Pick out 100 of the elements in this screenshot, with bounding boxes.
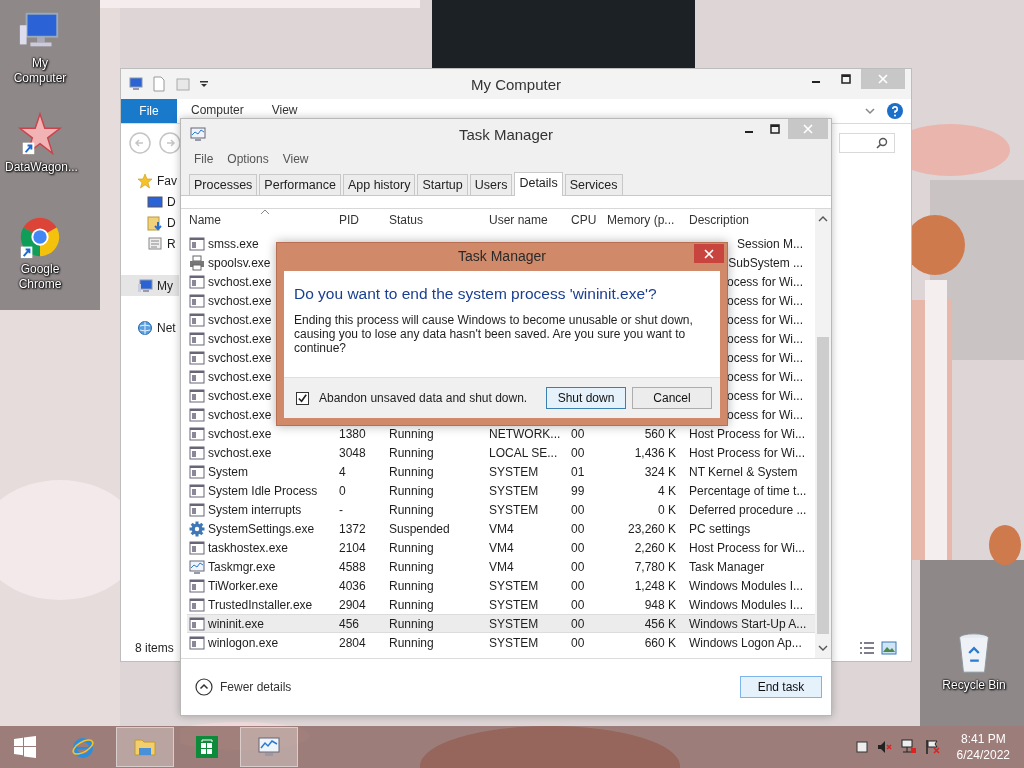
memory-cell: 23,260 K xyxy=(627,521,676,536)
description-cell: ocess for Wi... xyxy=(727,350,803,365)
process-name: Taskmgr.exe xyxy=(208,559,276,574)
memory-cell: 1,436 K xyxy=(634,445,676,460)
process-name: svchost.exe xyxy=(208,445,272,460)
description-cell: ocess for Wi... xyxy=(727,312,803,327)
process-name: wininit.exe xyxy=(208,616,265,631)
process-name: svchost.exe xyxy=(208,388,272,403)
cpu-cell: 00 xyxy=(571,445,585,460)
process-name: svchost.exe xyxy=(208,312,272,327)
cpu-cell: 00 xyxy=(571,616,585,631)
process-name: svchost.exe xyxy=(208,293,272,308)
pid-cell: 1380 xyxy=(339,426,366,441)
pid-cell: 4588 xyxy=(339,559,366,574)
process-name: smss.exe xyxy=(208,236,259,251)
description-cell: Host Process for Wi... xyxy=(689,540,806,555)
cpu-cell: 00 xyxy=(571,521,585,536)
process-name: svchost.exe xyxy=(208,426,272,441)
description-cell: ocess for Wi... xyxy=(727,331,803,346)
process-name: spoolsv.exe xyxy=(208,255,271,270)
cpu-cell: 00 xyxy=(571,426,585,441)
description-cell: Task Manager xyxy=(689,559,765,574)
user-cell: SYSTEM xyxy=(489,616,539,631)
process-name: svchost.exe xyxy=(208,407,272,422)
status-text: 8 items xyxy=(135,641,174,655)
user-cell: VM4 xyxy=(489,540,514,555)
pid-cell: - xyxy=(339,502,343,517)
dialog-question: Do you want to end the system process 'wininit.exe'? xyxy=(293,284,658,303)
user-cell: SYSTEM xyxy=(489,502,539,517)
user-cell: SYSTEM xyxy=(489,483,539,498)
dialog-message: Ending this process will cause Windows to become unusable or shut down, causing you to lose any data hasn't been saved. Are you sure you want to continue? xyxy=(293,312,694,355)
pid-cell: 3048 xyxy=(339,445,366,460)
description-cell: SubSystem ... xyxy=(728,255,803,270)
cpu-cell: 00 xyxy=(571,540,585,555)
pid-cell: 0 xyxy=(339,483,346,498)
status-cell: Running xyxy=(389,559,434,574)
pid-cell: 2104 xyxy=(339,540,366,555)
description-cell: Windows Modules I... xyxy=(689,597,804,612)
status-cell: Running xyxy=(389,597,434,612)
description-cell: Windows Logon Ap... xyxy=(689,635,802,650)
memory-cell: 1,248 K xyxy=(634,578,676,593)
pid-cell: 4036 xyxy=(339,578,366,593)
cpu-cell: 00 xyxy=(571,597,585,612)
cpu-cell: 00 xyxy=(571,635,585,650)
process-name: System xyxy=(208,464,248,479)
user-cell: VM4 xyxy=(489,521,514,536)
cpu-cell: 00 xyxy=(571,502,585,517)
status-cell: Running xyxy=(389,426,434,441)
memory-cell: 7,780 K xyxy=(634,559,676,574)
window-title: Task Manager xyxy=(458,125,554,143)
dialog-title: Task Manager xyxy=(458,248,546,264)
status-cell: Running xyxy=(389,635,434,650)
user-cell: SYSTEM xyxy=(489,464,539,479)
memory-cell: 456 K xyxy=(644,616,676,631)
pid-cell: 4 xyxy=(339,464,346,479)
status-cell: Running xyxy=(389,464,434,479)
process-name: TrustedInstaller.exe xyxy=(208,597,313,612)
description-cell: Percentage of time t... xyxy=(689,483,807,498)
user-cell: VM4 xyxy=(489,559,514,574)
memory-cell: 2,260 K xyxy=(634,540,676,555)
description-cell: PC settings xyxy=(689,521,751,536)
status-cell: Running xyxy=(389,445,434,460)
cpu-cell: 00 xyxy=(571,559,585,574)
description-cell: Deferred procedure ... xyxy=(689,502,807,517)
description-cell: ocess for Wi... xyxy=(727,388,803,403)
process-name: svchost.exe xyxy=(208,350,272,365)
memory-cell: 560 K xyxy=(644,426,676,441)
status-cell: Suspended xyxy=(389,521,450,536)
status-cell: Running xyxy=(389,616,434,631)
process-name: System Idle Process xyxy=(208,483,318,498)
process-name: taskhostex.exe xyxy=(208,540,289,555)
memory-cell: 660 K xyxy=(644,635,676,650)
status-cell: Running xyxy=(389,540,434,555)
process-name: winlogon.exe xyxy=(208,635,279,650)
description-cell: NT Kernel & System xyxy=(689,464,798,479)
status-cell: Running xyxy=(389,483,434,498)
pid-cell: 2804 xyxy=(339,635,366,650)
user-cell: SYSTEM xyxy=(489,597,539,612)
pid-cell: 456 xyxy=(339,616,360,631)
memory-cell: 0 K xyxy=(658,502,676,517)
description-cell: Windows Start-Up A... xyxy=(689,616,807,631)
description-cell: Windows Modules I... xyxy=(689,578,804,593)
window-title: My Computer xyxy=(471,75,561,93)
memory-cell: 324 K xyxy=(644,464,676,479)
process-name: svchost.exe xyxy=(208,274,272,289)
cpu-cell: 00 xyxy=(571,578,585,593)
process-name: TiWorker.exe xyxy=(208,578,279,593)
pid-cell: 2904 xyxy=(339,597,366,612)
description-cell: Host Process for Wi... xyxy=(689,445,806,460)
cpu-cell: 01 xyxy=(571,464,585,479)
pid-cell: 1372 xyxy=(339,521,366,536)
description-cell: ocess for Wi... xyxy=(727,407,803,422)
memory-cell: 4 K xyxy=(658,483,676,498)
status-cell: Running xyxy=(389,502,434,517)
memory-cell: 948 K xyxy=(644,597,676,612)
process-name: SystemSettings.exe xyxy=(208,521,315,536)
status-cell: Running xyxy=(389,578,434,593)
user-cell: SYSTEM xyxy=(489,578,539,593)
description-cell: Session M... xyxy=(736,236,803,251)
description-cell: ocess for Wi... xyxy=(727,369,803,384)
